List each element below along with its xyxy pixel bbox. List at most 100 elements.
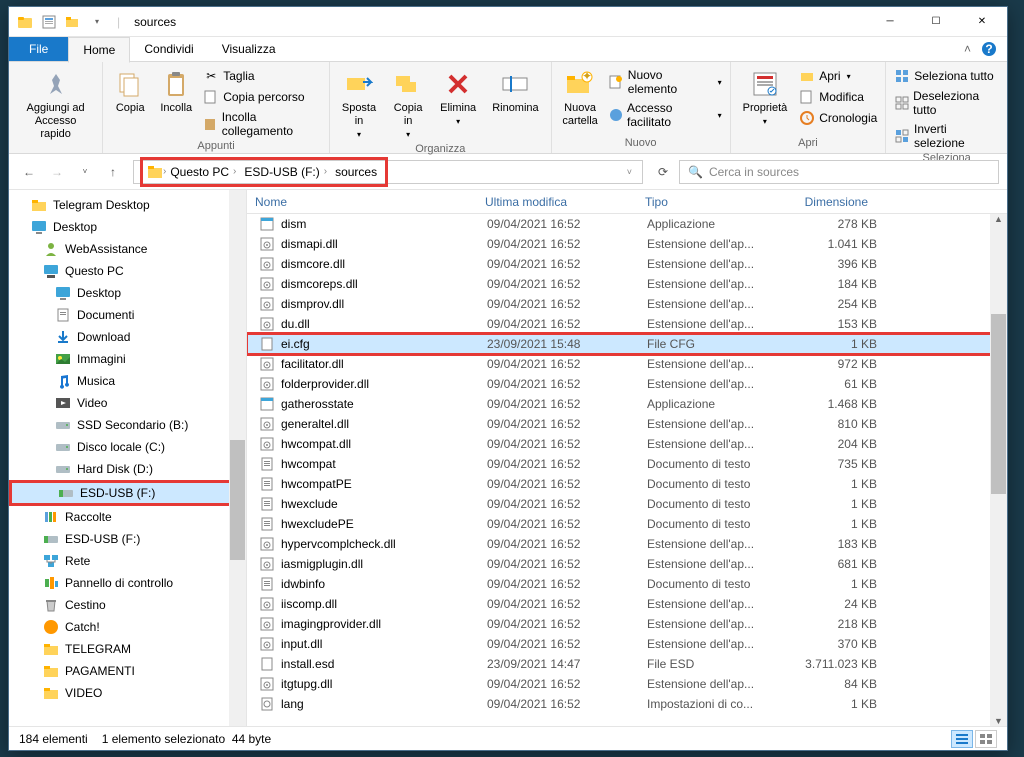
file-row[interactable]: iiscomp.dll09/04/2021 16:52Estensione de… xyxy=(247,594,1007,614)
tab-file[interactable]: File xyxy=(9,37,68,61)
open-button[interactable]: Apri▾ xyxy=(797,66,879,86)
paste-shortcut-button[interactable]: Incolla collegamento xyxy=(201,108,323,140)
qat-dropdown-icon[interactable]: ▾ xyxy=(89,14,105,30)
qat-properties-icon[interactable] xyxy=(41,14,57,30)
tree-item[interactable]: Telegram Desktop xyxy=(9,194,246,216)
col-date[interactable]: Ultima modifica xyxy=(477,191,637,213)
tab-home[interactable]: Home xyxy=(68,37,130,63)
file-row[interactable]: du.dll09/04/2021 16:52Estensione dell'ap… xyxy=(247,314,1007,334)
file-row[interactable]: dismcore.dll09/04/2021 16:52Estensione d… xyxy=(247,254,1007,274)
tree-item[interactable]: Raccolte xyxy=(9,506,246,528)
file-row[interactable]: hwcompat.dll09/04/2021 16:52Estensione d… xyxy=(247,434,1007,454)
file-row[interactable]: hwexcludePE09/04/2021 16:52Documento di … xyxy=(247,514,1007,534)
file-row[interactable]: dism09/04/2021 16:52Applicazione278 KB xyxy=(247,214,1007,234)
file-row[interactable]: dismprov.dll09/04/2021 16:52Estensione d… xyxy=(247,294,1007,314)
tree-item[interactable]: Video xyxy=(9,392,246,414)
cut-button[interactable]: ✂Taglia xyxy=(201,66,323,86)
tree-item[interactable]: Download xyxy=(9,326,246,348)
close-button[interactable]: ✕ xyxy=(959,7,1005,37)
file-row[interactable]: idwbinfo09/04/2021 16:52Documento di tes… xyxy=(247,574,1007,594)
new-item-button[interactable]: Nuovo elemento▾ xyxy=(606,66,723,98)
maximize-button[interactable]: ☐ xyxy=(913,7,959,37)
tree-item[interactable]: ESD-USB (F:) xyxy=(9,528,246,550)
file-row[interactable]: dismapi.dll09/04/2021 16:52Estensione de… xyxy=(247,234,1007,254)
file-row[interactable]: dismcoreps.dll09/04/2021 16:52Estensione… xyxy=(247,274,1007,294)
breadcrumb[interactable]: › Questo PC› ESD-USB (F:)› sources ˅ xyxy=(133,160,643,184)
file-row[interactable]: lang09/04/2021 16:52Impostazioni di co..… xyxy=(247,694,1007,714)
move-to-button[interactable]: Sposta in▾ xyxy=(336,64,382,143)
delete-button[interactable]: Elimina▾ xyxy=(434,64,482,130)
pin-quick-access-button[interactable]: Aggiungi ad Accesso rapido xyxy=(15,64,96,145)
file-row[interactable]: hwcompatPE09/04/2021 16:52Documento di t… xyxy=(247,474,1007,494)
tree-item[interactable]: Questo PC xyxy=(9,260,246,282)
file-row[interactable]: hypervcomplcheck.dll09/04/2021 16:52Este… xyxy=(247,534,1007,554)
up-button[interactable]: ↑ xyxy=(101,160,125,184)
properties-button[interactable]: Proprietà▾ xyxy=(737,64,794,130)
tree-item[interactable]: Disco locale (C:) xyxy=(9,436,246,458)
scrollbar-thumb[interactable] xyxy=(230,440,245,560)
scrollbar[interactable]: ▲ ▼ xyxy=(990,214,1007,726)
tree-item[interactable]: Rete xyxy=(9,550,246,572)
tree-item[interactable]: Pannello di controllo xyxy=(9,572,246,594)
address-dropdown-icon[interactable]: ˅ xyxy=(627,167,638,177)
file-row[interactable]: hwcompat09/04/2021 16:52Documento di tes… xyxy=(247,454,1007,474)
tree-item[interactable]: SSD Secondario (B:) xyxy=(9,414,246,436)
file-row[interactable]: folderprovider.dll09/04/2021 16:52Estens… xyxy=(247,374,1007,394)
view-icons-button[interactable] xyxy=(975,730,997,748)
file-row[interactable]: imagingprovider.dll09/04/2021 16:52Esten… xyxy=(247,614,1007,634)
qat-newfolder-icon[interactable] xyxy=(65,14,81,30)
tree-item[interactable]: ESD-USB (F:) xyxy=(9,480,246,506)
help-icon[interactable]: ? xyxy=(981,41,997,57)
breadcrumb-folder[interactable]: sources xyxy=(331,165,381,179)
view-details-button[interactable] xyxy=(951,730,973,748)
back-button[interactable]: ← xyxy=(17,160,41,184)
recent-dropdown[interactable]: ˅ xyxy=(73,160,97,184)
file-row[interactable]: hwexclude09/04/2021 16:52Documento di te… xyxy=(247,494,1007,514)
refresh-button[interactable]: ⟳ xyxy=(651,165,675,179)
edit-button[interactable]: Modifica xyxy=(797,87,879,107)
tree-item[interactable]: Musica xyxy=(9,370,246,392)
col-name[interactable]: Nome xyxy=(247,191,477,213)
history-button[interactable]: Cronologia xyxy=(797,108,879,128)
file-row[interactable]: itgtupg.dll09/04/2021 16:52Estensione de… xyxy=(247,674,1007,694)
tree-item[interactable]: Catch! xyxy=(9,616,246,638)
select-none-button[interactable]: Deseleziona tutto xyxy=(892,87,1001,119)
tree-scrollbar[interactable] xyxy=(229,190,246,726)
copy-button[interactable]: Copia xyxy=(109,64,151,119)
breadcrumb-drive[interactable]: ESD-USB (F:)› xyxy=(240,165,331,179)
tree-item[interactable]: Immagini xyxy=(9,348,246,370)
breadcrumb-root[interactable]: Questo PC› xyxy=(166,165,240,179)
tab-share[interactable]: Condividi xyxy=(130,37,207,61)
tree-item[interactable]: WebAssistance xyxy=(9,238,246,260)
col-type[interactable]: Tipo xyxy=(637,191,777,213)
tree-item[interactable]: Cestino xyxy=(9,594,246,616)
invert-selection-button[interactable]: Inverti selezione xyxy=(892,120,1001,152)
col-size[interactable]: Dimensione xyxy=(777,191,877,213)
file-row[interactable]: gatherosstate09/04/2021 16:52Applicazion… xyxy=(247,394,1007,414)
file-row[interactable]: ei.cfg23/09/2021 15:48File CFG1 KB xyxy=(247,334,1007,354)
rename-button[interactable]: Rinomina xyxy=(486,64,544,119)
file-row[interactable]: input.dll09/04/2021 16:52Estensione dell… xyxy=(247,634,1007,654)
tab-view[interactable]: Visualizza xyxy=(208,37,290,61)
tree-item[interactable]: PAGAMENTI xyxy=(9,660,246,682)
search-input[interactable]: 🔍 Cerca in sources xyxy=(679,160,999,184)
file-row[interactable]: facilitator.dll09/04/2021 16:52Estension… xyxy=(247,354,1007,374)
minimize-button[interactable]: ─ xyxy=(867,7,913,37)
chevron-icon[interactable]: › xyxy=(233,166,236,177)
easy-access-button[interactable]: Accesso facilitato▾ xyxy=(606,99,723,131)
tree-item[interactable]: VIDEO xyxy=(9,682,246,704)
copy-path-button[interactable]: Copia percorso xyxy=(201,87,323,107)
forward-button[interactable]: → xyxy=(45,160,69,184)
tree-item[interactable]: Hard Disk (D:) xyxy=(9,458,246,480)
tree-item[interactable]: TELEGRAM xyxy=(9,638,246,660)
scrollbar-thumb[interactable] xyxy=(991,314,1006,494)
new-folder-button[interactable]: ✦ Nuova cartella xyxy=(558,64,603,132)
tree-item[interactable]: Documenti xyxy=(9,304,246,326)
select-all-button[interactable]: Seleziona tutto xyxy=(892,66,1001,86)
tree-item[interactable]: Desktop xyxy=(9,282,246,304)
copy-to-button[interactable]: Copia in▾ xyxy=(386,64,430,143)
file-row[interactable]: install.esd23/09/2021 14:47File ESD3.711… xyxy=(247,654,1007,674)
ribbon-collapse-icon[interactable]: ˄ xyxy=(964,42,971,56)
file-row[interactable]: iasmigplugin.dll09/04/2021 16:52Estensio… xyxy=(247,554,1007,574)
chevron-icon[interactable]: › xyxy=(324,166,327,177)
